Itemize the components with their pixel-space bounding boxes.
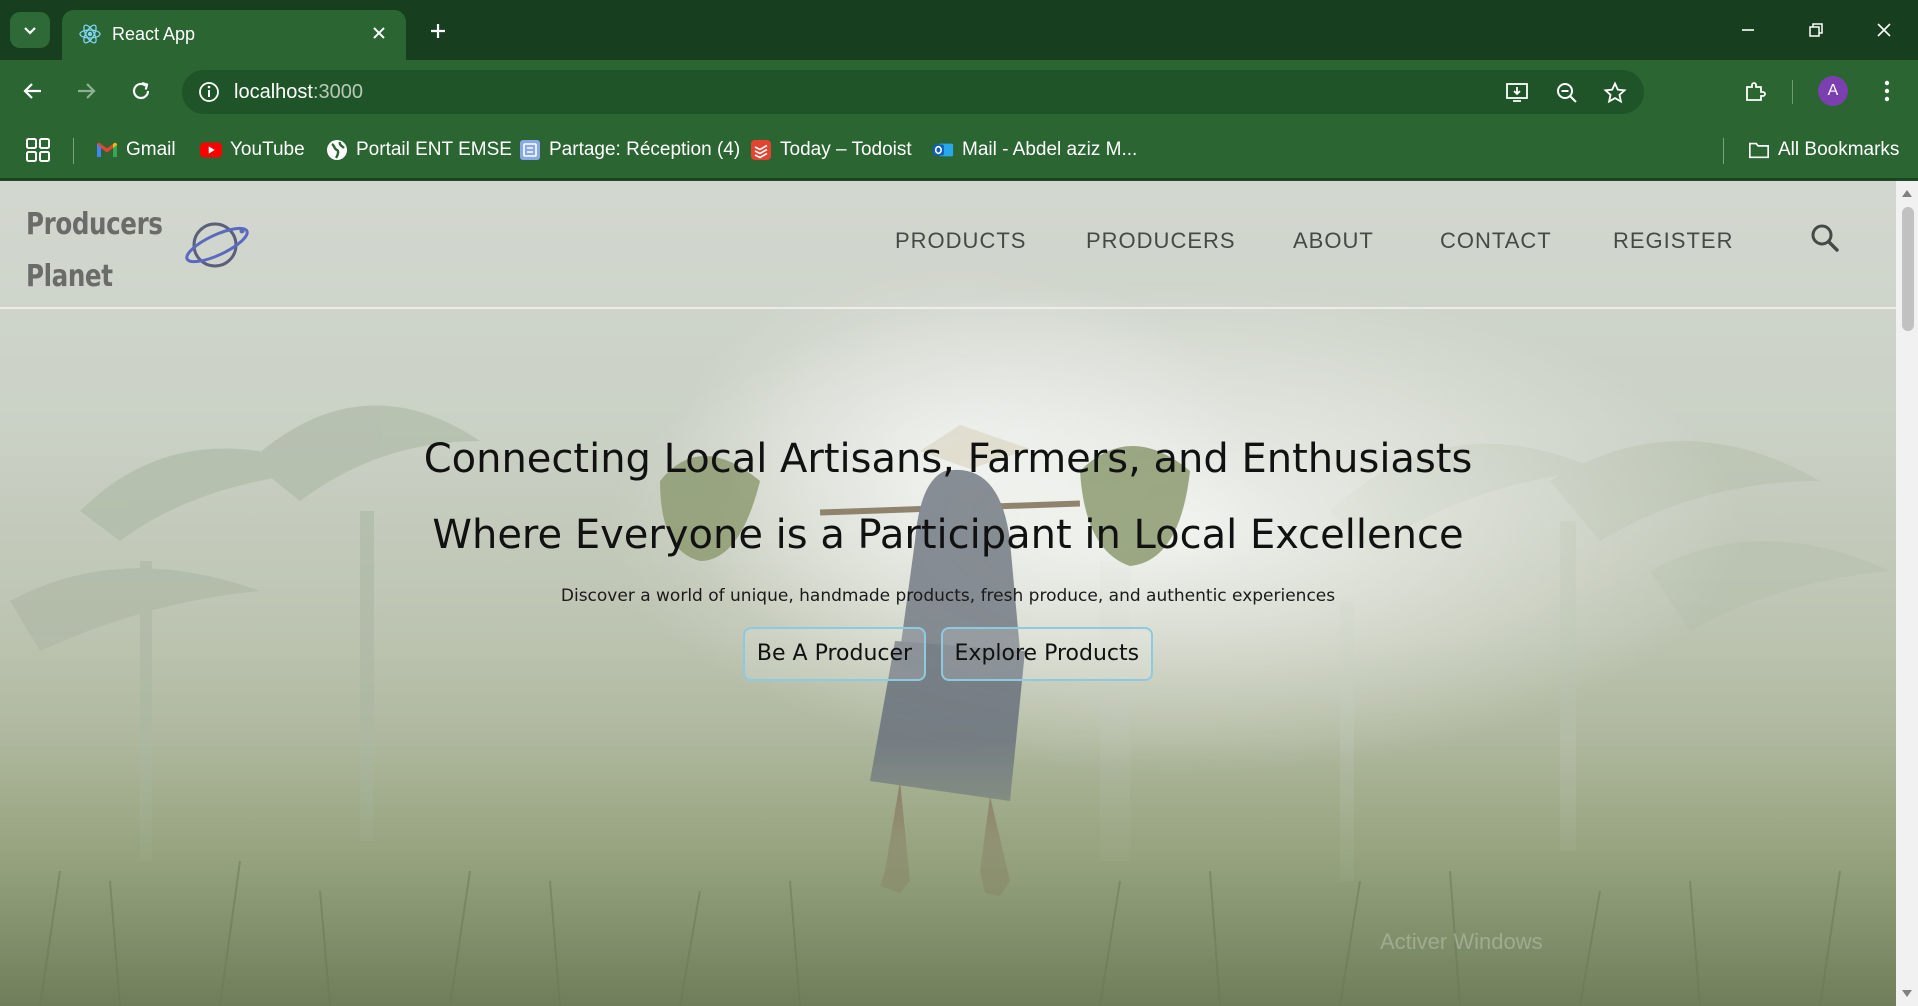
bookmark-partage[interactable]: Partage: Réception (4) — [519, 134, 740, 166]
browser-toolbar: localhost:3000 A — [0, 60, 1918, 120]
bookmarks-divider — [73, 138, 74, 164]
arrow-right-icon — [78, 83, 96, 99]
todoist-icon — [750, 139, 772, 161]
nav-about[interactable]: ABOUT — [1293, 221, 1374, 261]
scroll-up-arrow[interactable] — [1901, 187, 1913, 199]
folder-icon — [1748, 139, 1770, 161]
nav-producers[interactable]: PRODUCERS — [1086, 221, 1236, 261]
browser-menu-button[interactable] — [1868, 72, 1906, 110]
minimize-icon — [1742, 29, 1754, 31]
bookmark-star-button[interactable] — [1600, 78, 1630, 108]
windows-activation-watermark: Activer Windows — [1380, 929, 1543, 954]
hero-subtitle: Discover a world of unique, handmade pro… — [560, 586, 1336, 606]
scroll-down-arrow[interactable] — [1901, 988, 1913, 1000]
caret-down-icon — [1902, 990, 1912, 997]
youtube-icon — [200, 139, 222, 161]
zoom-out-icon — [1557, 83, 1577, 103]
explore-products-button[interactable]: Explore Products — [940, 627, 1154, 681]
restore-icon — [1809, 23, 1823, 37]
bookmark-todoist[interactable]: Today – Todoist — [750, 134, 912, 166]
reload-icon — [132, 81, 150, 100]
browser-tab[interactable]: React App — [62, 10, 406, 60]
chevron-down-icon — [24, 27, 36, 35]
react-icon — [79, 24, 101, 44]
tab-strip: React App — [0, 0, 1918, 60]
close-icon — [373, 27, 385, 39]
tab-search-button[interactable] — [10, 12, 50, 48]
puzzle-icon — [1746, 82, 1766, 101]
minimize-button[interactable] — [1720, 10, 1776, 50]
page-scrollbar[interactable] — [1896, 181, 1918, 1006]
info-icon[interactable] — [196, 79, 222, 105]
search-icon[interactable] — [1808, 221, 1842, 255]
tab-close-button[interactable] — [366, 20, 392, 46]
url-text[interactable]: localhost:3000 — [234, 80, 363, 104]
extensions-button[interactable] — [1736, 72, 1774, 110]
close-icon — [1877, 23, 1891, 37]
scroll-thumb[interactable] — [1902, 207, 1914, 331]
nav-products[interactable]: PRODUCTS — [895, 221, 1026, 261]
forward-button[interactable] — [67, 72, 105, 110]
arrow-left-icon — [23, 83, 41, 99]
bookmark-portail-ent[interactable]: Portail ENT EMSE — [326, 134, 512, 166]
be-a-producer-button[interactable]: Be A Producer — [742, 627, 927, 681]
profile-avatar[interactable]: A — [1818, 76, 1848, 106]
bookmark-outlook-mail[interactable]: Mail - Abdel aziz M... — [932, 134, 1137, 166]
install-app-button[interactable] — [1502, 78, 1532, 108]
new-tab-button[interactable] — [420, 14, 456, 48]
caret-up-icon — [1902, 190, 1912, 197]
more-vert-icon — [1884, 80, 1890, 102]
address-bar[interactable]: localhost:3000 — [182, 70, 1644, 114]
gmail-icon — [96, 139, 118, 161]
tab-title: React App — [112, 24, 196, 44]
apps-grid-icon[interactable] — [24, 136, 52, 164]
globe-icon — [326, 139, 348, 161]
zoom-button[interactable] — [1552, 78, 1582, 108]
hero-section: Connecting Local Artisans, Farmers, and … — [0, 421, 1896, 609]
close-window-button[interactable] — [1856, 10, 1912, 50]
all-bookmarks-button[interactable]: All Bookmarks — [1748, 134, 1899, 166]
hero-actions: Be A Producer Explore Products — [0, 627, 1896, 681]
outlook-icon — [932, 139, 954, 161]
restore-button[interactable] — [1788, 10, 1844, 50]
zimbra-icon — [519, 139, 541, 161]
bookmarks-bar: Gmail YouTube Portail ENT EMSE Partage: … — [0, 120, 1918, 180]
reload-button[interactable] — [122, 72, 160, 110]
install-icon — [1506, 83, 1528, 102]
nav-contact[interactable]: CONTACT — [1440, 221, 1552, 261]
site-header: Producers Planet PRODUCTS PRODUCERS ABOU… — [0, 181, 1896, 309]
toolbar-divider — [1792, 80, 1793, 104]
hero-heading-line2: Where Everyone is a Participant in Local… — [432, 512, 1464, 558]
bookmark-youtube[interactable]: YouTube — [200, 134, 305, 166]
hero-heading-line1: Connecting Local Artisans, Farmers, and … — [423, 436, 1473, 482]
page-viewport: Producers Planet PRODUCTS PRODUCERS ABOU… — [0, 181, 1918, 1006]
nav-register[interactable]: REGISTER — [1613, 221, 1733, 261]
bookmarks-divider — [1723, 138, 1724, 164]
site-nav: PRODUCTS PRODUCERS ABOUT CONTACT REGISTE… — [0, 221, 1896, 261]
star-icon — [1603, 81, 1627, 104]
back-button[interactable] — [14, 72, 52, 110]
plus-icon — [431, 24, 445, 38]
bookmark-gmail[interactable]: Gmail — [96, 134, 176, 166]
